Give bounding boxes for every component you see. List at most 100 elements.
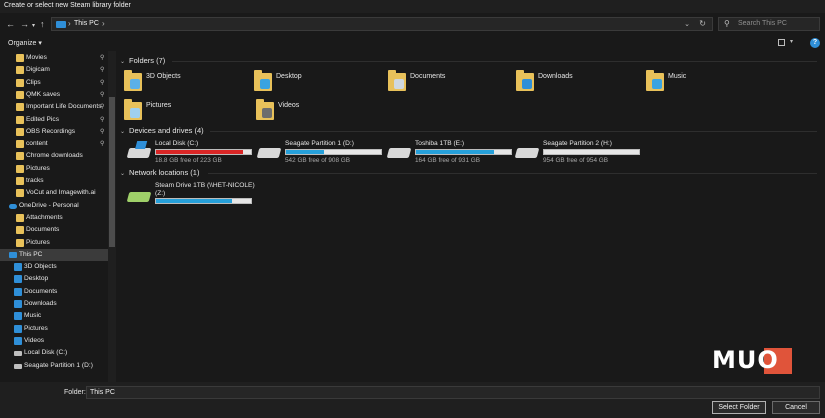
sidebar-item[interactable]: QMK saves ⚲	[0, 89, 108, 101]
sidebar-item[interactable]: tracks	[0, 175, 108, 187]
sidebar-item-label: tracks	[26, 177, 44, 184]
sidebar-item[interactable]: Digicam ⚲	[0, 64, 108, 76]
dialog-footer: Folder: This PC Select Folder Cancel	[0, 382, 825, 418]
sidebar-item[interactable]: Pictures	[0, 237, 108, 249]
folder-icon	[16, 140, 24, 149]
sidebar-item[interactable]: This PC	[0, 248, 108, 261]
folder-tile[interactable]: Downloads	[516, 70, 626, 98]
sidebar-item[interactable]: Documents	[0, 224, 108, 236]
folder-icon	[124, 70, 142, 92]
folder-icon	[516, 70, 534, 92]
sidebar-item[interactable]: Chrome downloads	[0, 150, 108, 162]
folders-section-header[interactable]: ⌄ Folders (7)	[120, 56, 165, 65]
sidebar-scrollbar[interactable]	[108, 51, 116, 382]
sidebar-item-label: Digicam	[26, 66, 50, 74]
organize-button[interactable]: Organize ▾	[8, 39, 42, 47]
folder-icon	[14, 263, 22, 272]
sidebar-item-label: OBS Recordings	[26, 127, 76, 135]
search-placeholder: Search This PC	[738, 20, 787, 27]
muo-watermark-logo: MUO	[712, 346, 794, 376]
section-divider	[172, 61, 817, 62]
folder-icon	[16, 115, 24, 124]
folder-tile[interactable]: Pictures	[124, 99, 234, 127]
back-arrow-icon[interactable]: ←	[6, 19, 15, 29]
folder-tile[interactable]: Desktop	[254, 70, 364, 98]
view-options-icon[interactable]	[778, 39, 785, 46]
folder-tile[interactable]: Music	[646, 70, 756, 98]
drive-tile[interactable]: Local Disk (C:) 18.8 GB free of 223 GB	[126, 140, 256, 168]
breadcrumb-this-pc[interactable]: This PC	[74, 20, 99, 27]
recent-locations-icon[interactable]: ▾	[32, 21, 35, 31]
chevron-down-icon[interactable]: ⌄	[120, 59, 125, 65]
network-drive-name: Steam Drive 1TB (\\HET-NICOLE)	[155, 182, 255, 189]
sidebar-item[interactable]: Important Life Documents ⚲	[0, 101, 108, 113]
drive-tile[interactable]: Seagate Partition 1 (D:) 542 GB free of 9…	[256, 140, 386, 168]
hard-drive-icon	[514, 148, 540, 158]
drive-icon	[14, 363, 22, 369]
drive-icon	[14, 351, 22, 357]
address-bar[interactable]: › This PC › ⌄ ↻	[51, 17, 713, 31]
title-bar: Create or select new Steam library folde…	[0, 0, 825, 13]
devices-section-header[interactable]: ⌄ Devices and drives (4)	[120, 126, 204, 135]
sidebar-item[interactable]: Pictures	[0, 163, 108, 175]
forward-arrow-icon[interactable]: →	[20, 19, 29, 29]
drive-name: Seagate Partition 2 (H:)	[543, 140, 612, 147]
drive-tile[interactable]: Toshiba 1TB (E:) 164 GB free of 931 GB	[386, 140, 516, 168]
folder-input[interactable]: This PC	[86, 386, 820, 399]
pin-icon: ⚲	[100, 141, 105, 148]
sidebar-item[interactable]: Music	[0, 310, 108, 322]
sidebar-item[interactable]: OBS Recordings ⚲	[0, 126, 108, 138]
address-row: ← → ▾ ↑ › This PC › ⌄ ↻ ⚲ Search This PC	[0, 13, 825, 35]
chevron-down-icon[interactable]: ⌄	[120, 129, 125, 135]
folder-tile[interactable]: 3D Objects	[124, 70, 234, 98]
up-arrow-icon[interactable]: ↑	[40, 19, 45, 29]
chevron-right-icon[interactable]: ›	[102, 19, 105, 28]
sidebar-item[interactable]: OneDrive - Personal	[0, 200, 108, 212]
chevron-right-icon[interactable]: ›	[68, 19, 71, 28]
chevron-down-icon[interactable]: ⌄	[120, 171, 125, 177]
folder-label: Pictures	[146, 102, 172, 109]
sidebar-item[interactable]: VoCut and Imagewith.ai	[0, 187, 108, 199]
sidebar-item-label: Pictures	[24, 324, 48, 332]
folder-label: Folder:	[64, 389, 86, 396]
sidebar-item[interactable]: Local Disk (C:)	[0, 347, 108, 359]
sidebar-item[interactable]: Pictures	[0, 323, 108, 335]
sidebar-item[interactable]: Downloads	[0, 298, 108, 310]
sidebar-item[interactable]: Documents	[0, 286, 108, 298]
sidebar-item[interactable]: 3D Objects	[0, 261, 108, 273]
sidebar-item[interactable]: Desktop	[0, 273, 108, 285]
section-divider	[208, 173, 817, 174]
sidebar-item[interactable]: Attachments	[0, 212, 108, 224]
sidebar-item[interactable]: Clips ⚲	[0, 77, 108, 89]
search-icon: ⚲	[724, 19, 730, 28]
refresh-icon[interactable]: ↻	[699, 19, 706, 28]
folder-label: Downloads	[538, 73, 573, 80]
select-folder-button[interactable]: Select Folder	[712, 401, 766, 414]
folder-tile[interactable]: Videos	[256, 99, 366, 127]
folder-icon	[16, 54, 24, 62]
sidebar-item[interactable]: Movies ⚲	[0, 52, 108, 64]
folder-icon	[646, 70, 664, 92]
drive-name: Seagate Partition 1 (D:)	[285, 140, 354, 147]
sidebar-item[interactable]: Seagate Partition 1 (D:)	[0, 360, 108, 372]
search-box[interactable]: ⚲ Search This PC	[718, 17, 820, 31]
folder-tile[interactable]: Documents	[388, 70, 498, 98]
drive-tile[interactable]: Seagate Partition 2 (H:) 954 GB free of 9…	[514, 140, 644, 168]
sidebar-item-label: Attachments	[26, 213, 63, 221]
sidebar-item-label: VoCut and Imagewith.ai	[26, 189, 96, 197]
pin-icon: ⚲	[100, 128, 105, 135]
toolbar: Organize ▾ ▾ ?	[0, 35, 825, 51]
network-location-tile[interactable]: Steam Drive 1TB (\\HET-NICOLE) (Z:)	[126, 182, 256, 210]
sidebar-item-label: QMK saves	[26, 90, 61, 98]
folder-label: 3D Objects	[146, 73, 181, 80]
network-section-header[interactable]: ⌄ Network locations (1)	[120, 168, 199, 177]
help-icon[interactable]: ?	[810, 38, 820, 48]
sidebar-item[interactable]: Edited Pics ⚲	[0, 114, 108, 126]
view-dropdown-icon[interactable]: ▾	[790, 38, 793, 45]
navigation-pane[interactable]: Movies ⚲ Digicam ⚲ Clips ⚲ QMK saves ⚲ Important…	[0, 51, 116, 382]
sidebar-item[interactable]: Videos	[0, 335, 108, 347]
sidebar-item[interactable]: content ⚲	[0, 138, 108, 150]
scrollbar-thumb[interactable]	[109, 97, 115, 247]
cancel-button[interactable]: Cancel	[772, 401, 820, 414]
address-dropdown-icon[interactable]: ⌄	[684, 20, 690, 28]
